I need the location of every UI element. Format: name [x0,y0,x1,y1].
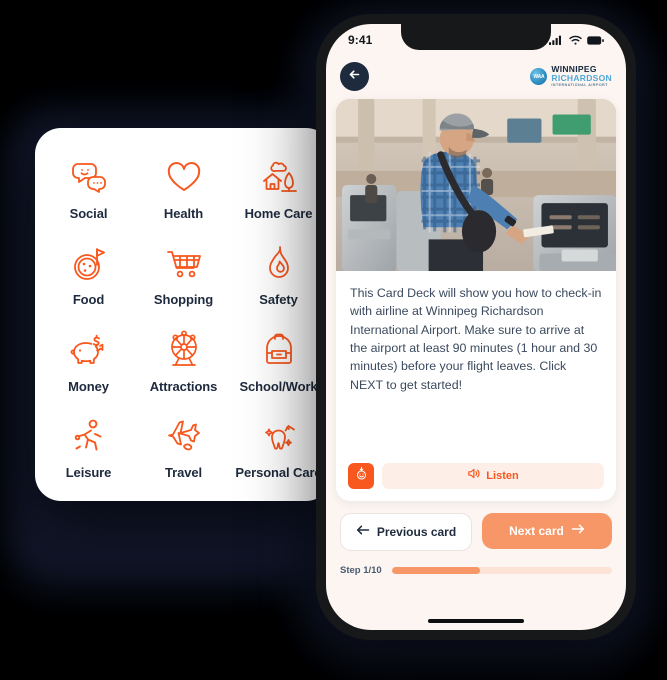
back-button[interactable] [340,62,369,91]
logo-text: WINNIPEG RICHARDSON INTERNATIONAL AIRPOR… [551,65,612,87]
category-food[interactable]: Food [41,232,136,318]
category-attractions[interactable]: Attractions [136,319,231,405]
backpack-icon [259,330,299,370]
category-home-care[interactable]: Home Care [231,146,326,232]
category-label: Personal Care [235,464,322,480]
category-health[interactable]: Health [136,146,231,232]
flame-icon [259,243,299,283]
category-label: Social [69,206,108,222]
status-time: 9:41 [348,33,373,47]
tooth-brush-icon [259,416,299,456]
airplane-icon [164,416,204,456]
shopping-cart-icon [164,243,204,283]
next-card-button[interactable]: Next card [482,513,612,549]
category-shopping[interactable]: Shopping [136,232,231,318]
listen-button-label: Listen [486,470,519,482]
piggy-bank-icon [69,330,109,370]
category-personal-care[interactable]: Personal Care [231,405,326,491]
previous-card-button[interactable]: Previous card [340,513,472,551]
heart-icon [164,157,204,197]
category-label: Shopping [153,292,214,308]
running-person-icon [69,416,109,456]
category-label: Money [68,378,109,394]
category-travel[interactable]: Travel [136,405,231,491]
previous-card-label: Previous card [376,525,457,539]
category-label: Health [163,206,204,222]
cellular-signal-icon [549,35,564,45]
house-tree-icon [259,157,299,197]
phone-screen: 9:41 WAA WINNIPEG RICHARDSON INTERNATION… [326,24,626,630]
category-money[interactable]: Money [41,319,136,405]
category-label: Attractions [149,378,218,394]
smiley-stamp-icon-button[interactable] [348,463,374,489]
ferris-wheel-icon [164,330,204,370]
app-header: WAA WINNIPEG RICHARDSON INTERNATIONAL AI… [326,56,626,95]
category-label: School/Work [239,378,318,394]
category-label: Home Care [244,206,313,222]
arrow-left-icon [356,523,370,541]
card-deck: This Card Deck will show you how to chec… [336,99,616,501]
category-social[interactable]: Social [41,146,136,232]
listen-button[interactable]: Listen [382,463,604,489]
step-label: Step 1/10 [340,565,382,576]
listen-row: Listen [336,463,616,501]
logo-line-2: RICHARDSON [551,73,612,84]
progress-fill [391,567,480,574]
smiley-stamp-icon [354,466,369,486]
progress-track [391,567,612,574]
card-body: This Card Deck will show you how to chec… [336,271,616,463]
arrow-right-icon [571,522,585,540]
battery-icon [587,35,604,45]
category-label: Food [72,292,105,308]
pizza-icon [69,243,109,283]
next-card-label: Next card [509,524,564,538]
phone-mockup: 9:41 WAA WINNIPEG RICHARDSON INTERNATION… [316,14,636,640]
category-safety[interactable]: Safety [231,232,326,318]
status-bar: 9:41 [326,24,626,56]
speech-bubbles-icon [69,157,109,197]
arrow-left-icon [348,68,361,86]
logo-badge: WAA [530,68,548,85]
categories-panel: Social Health Home Care Food Shopping Sa… [35,128,332,501]
card-description: This Card Deck will show you how to chec… [350,286,602,392]
category-school-work[interactable]: School/Work [231,319,326,405]
logo-line-3: INTERNATIONAL AIRPORT [551,82,608,87]
status-icons [549,35,604,45]
wifi-icon [569,35,582,45]
airport-logo: WAA WINNIPEG RICHARDSON INTERNATIONAL AI… [530,65,612,87]
category-label: Safety [259,292,298,308]
speaker-icon [467,467,480,485]
home-indicator [428,619,524,623]
categories-grid: Social Health Home Care Food Shopping Sa… [35,128,332,501]
category-label: Travel [165,464,202,480]
progress-row: Step 1/10 [326,551,626,576]
category-label: Leisure [65,464,112,480]
card-navigation: Previous card Next card [326,501,626,551]
card-photo [336,99,616,271]
category-leisure[interactable]: Leisure [41,405,136,491]
